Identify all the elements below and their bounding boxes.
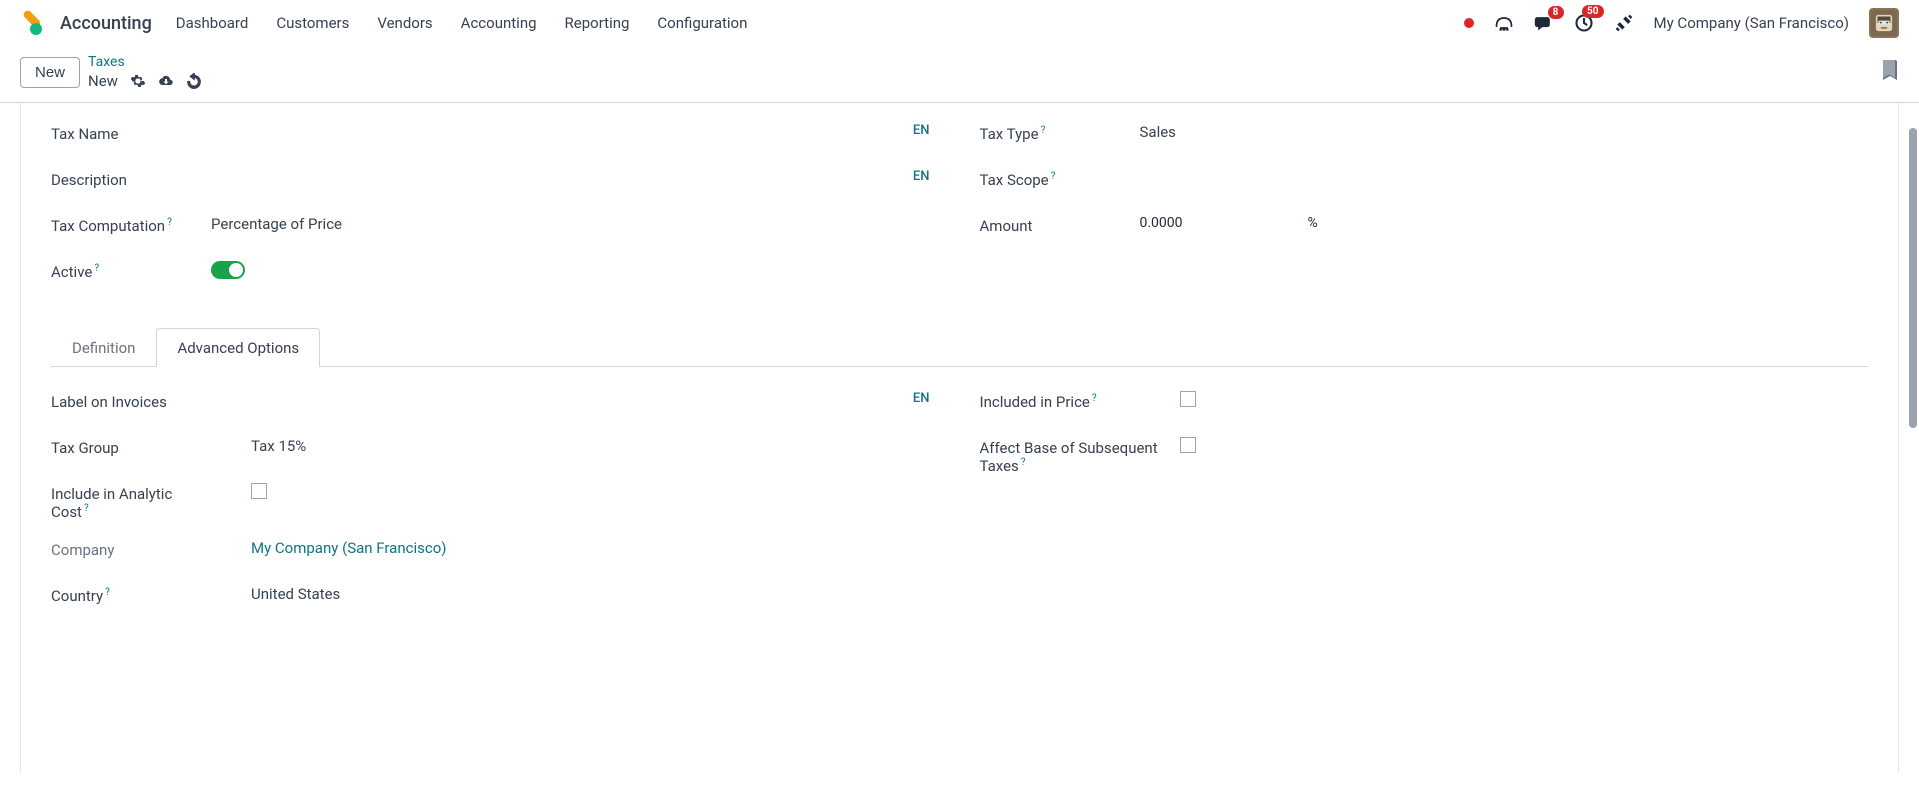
cloud-save-icon[interactable]: [158, 73, 174, 89]
tax-scope-label: Tax Scope?: [980, 169, 1140, 189]
tools-icon[interactable]: [1614, 13, 1634, 33]
include-analytic-checkbox[interactable]: [251, 483, 267, 499]
company-link[interactable]: My Company (San Francisco): [211, 539, 940, 557]
label-invoices-label: Label on Invoices: [51, 391, 211, 411]
tab-advanced-content: Label on Invoices EN Tax Group Tax 15% I…: [51, 367, 1868, 631]
label-invoices-input[interactable]: EN: [211, 391, 940, 406]
topbar-right: 8 50 My Company (San Francisco): [1464, 8, 1899, 38]
tax-group-select[interactable]: Tax 15%: [211, 437, 940, 455]
gear-icon[interactable]: [130, 73, 146, 89]
help-icon[interactable]: ?: [1021, 457, 1026, 468]
included-price-checkbox[interactable]: [1180, 391, 1196, 407]
main-nav: Dashboard Customers Vendors Accounting R…: [176, 14, 748, 32]
top-navbar: Accounting Dashboard Customers Vendors A…: [0, 0, 1919, 50]
tax-computation-select[interactable]: Percentage of Price: [211, 215, 940, 233]
included-price-label: Included in Price?: [980, 391, 1180, 411]
nav-configuration[interactable]: Configuration: [657, 14, 747, 32]
company-selector[interactable]: My Company (San Francisco): [1654, 14, 1849, 32]
tax-computation-label: Tax Computation?: [51, 215, 211, 235]
help-icon[interactable]: ?: [1041, 125, 1046, 136]
bookmark-icon[interactable]: [1883, 60, 1899, 84]
affect-base-checkbox[interactable]: [1180, 437, 1196, 453]
tax-type-label: Tax Type?: [980, 123, 1140, 143]
recording-indicator-icon[interactable]: [1464, 18, 1474, 28]
description-input[interactable]: EN: [211, 169, 940, 184]
tax-name-input[interactable]: EN: [211, 123, 940, 138]
lang-badge[interactable]: EN: [913, 391, 930, 406]
company-label: Company: [51, 539, 211, 559]
discard-icon[interactable]: [186, 73, 202, 89]
messages-badge: 8: [1548, 6, 1564, 19]
vertical-scrollbar[interactable]: [1909, 128, 1917, 428]
activities-icon[interactable]: 50: [1574, 13, 1594, 33]
activities-badge: 50: [1582, 5, 1603, 18]
nav-customers[interactable]: Customers: [276, 14, 349, 32]
nav-accounting[interactable]: Accounting: [461, 14, 537, 32]
amount-input[interactable]: 0.0000: [1140, 215, 1280, 231]
breadcrumb-parent[interactable]: Taxes: [88, 54, 202, 70]
tabs: Definition Advanced Options: [51, 327, 1868, 367]
nav-vendors[interactable]: Vendors: [377, 14, 432, 32]
nav-dashboard[interactable]: Dashboard: [176, 14, 249, 32]
tax-group-label: Tax Group: [51, 437, 211, 457]
new-button[interactable]: New: [20, 57, 80, 88]
user-avatar[interactable]: [1869, 8, 1899, 38]
help-icon[interactable]: ?: [167, 217, 172, 228]
tab-advanced-options[interactable]: Advanced Options: [156, 328, 320, 367]
help-icon[interactable]: ?: [1051, 171, 1056, 182]
lang-badge[interactable]: EN: [913, 169, 930, 184]
lang-badge[interactable]: EN: [913, 123, 930, 138]
active-toggle[interactable]: [211, 261, 245, 279]
affect-base-label: Affect Base of Subsequent Taxes?: [980, 437, 1180, 475]
messages-icon[interactable]: 8: [1534, 14, 1554, 32]
tab-definition[interactable]: Definition: [51, 328, 156, 367]
help-icon[interactable]: ?: [84, 503, 89, 514]
app-logo-icon: [20, 11, 44, 35]
help-icon[interactable]: ?: [1092, 393, 1097, 404]
active-label: Active?: [51, 261, 211, 281]
amount-suffix: %: [1308, 215, 1318, 231]
phone-icon[interactable]: [1494, 14, 1514, 32]
app-title[interactable]: Accounting: [60, 13, 152, 34]
breadcrumb-current: New: [88, 72, 118, 90]
form-sheet: Tax Name EN Description EN Tax Computati…: [20, 103, 1899, 773]
nav-reporting[interactable]: Reporting: [565, 14, 630, 32]
help-icon[interactable]: ?: [94, 263, 99, 274]
amount-label: Amount: [980, 215, 1140, 235]
tax-name-label: Tax Name: [51, 123, 211, 143]
description-label: Description: [51, 169, 211, 189]
form-area: Tax Name EN Description EN Tax Computati…: [0, 102, 1919, 773]
include-analytic-label: Include in Analytic Cost?: [51, 483, 211, 521]
country-label: Country?: [51, 585, 211, 605]
help-icon[interactable]: ?: [105, 587, 110, 598]
country-select[interactable]: United States: [211, 585, 940, 603]
breadcrumb-bar: New Taxes New: [0, 50, 1919, 102]
tax-type-select[interactable]: Sales: [1140, 123, 1869, 141]
